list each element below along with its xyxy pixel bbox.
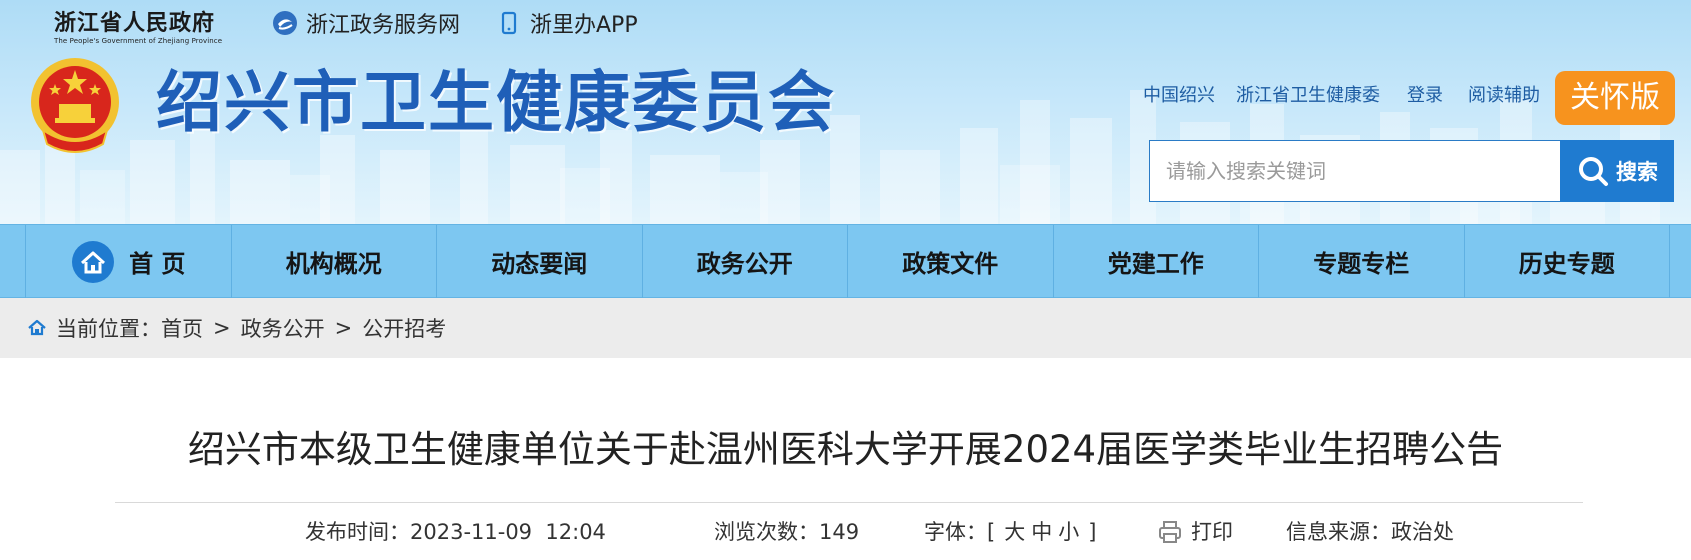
reading-assist-link[interactable]: 阅读辅助 xyxy=(1468,84,1540,108)
nav-item-party-building[interactable]: 党建工作 xyxy=(1052,225,1259,298)
print-button[interactable]: 打印 xyxy=(1157,517,1233,547)
search-input[interactable] xyxy=(1149,140,1561,202)
login-link[interactable]: 登录 xyxy=(1407,84,1443,108)
search-icon xyxy=(1579,157,1608,186)
national-emblem-icon xyxy=(31,58,119,153)
nav-item-organization[interactable]: 机构概况 xyxy=(230,225,437,298)
breadcrumb-government-affairs[interactable]: 政务公开 xyxy=(241,313,325,343)
provincial-government-name-en: The People's Government of Zhejiang Prov… xyxy=(54,37,223,45)
search-button[interactable]: 搜索 xyxy=(1560,140,1674,202)
view-count-label: 浏览次数： xyxy=(714,520,819,544)
site-header: 浙江省人民政府 The People's Government of Zheji… xyxy=(0,0,1691,224)
publish-time: 发布时间： 2023-11-09 12:04 xyxy=(305,517,606,547)
zhejiang-service-network-label: 浙江政务服务网 xyxy=(306,13,461,38)
site-title: 绍兴市卫生健康委员会 xyxy=(156,63,836,141)
provincial-government-name: 浙江省人民政府 xyxy=(54,10,216,36)
breadcrumb: 当前位置： 首页 > 政务公开 > 公开招考 xyxy=(26,314,446,342)
home-icon xyxy=(72,240,115,283)
breadcrumb-public-recruitment[interactable]: 公开招考 xyxy=(362,313,446,343)
breadcrumb-bar: 当前位置： 首页 > 政务公开 > 公开招考 xyxy=(0,298,1691,358)
publish-time-label: 发布时间： xyxy=(305,520,410,544)
view-count-value: 149 xyxy=(819,520,860,544)
breadcrumb-separator: > xyxy=(213,316,231,340)
utility-link-provincial-health-commission[interactable]: 浙江省卫生健康委 xyxy=(1236,84,1380,108)
font-size-bracket-close: ] xyxy=(1088,520,1097,544)
font-size-small[interactable]: 小 xyxy=(1058,517,1079,547)
zheliban-app-link[interactable]: 浙里办APP xyxy=(496,9,638,38)
mobile-phone-icon xyxy=(496,10,522,36)
font-size-bracket-open: [ xyxy=(987,520,996,544)
info-source-value: 政治处 xyxy=(1391,520,1454,544)
title-divider xyxy=(115,502,1583,503)
nav-item-history-topics[interactable]: 历史专题 xyxy=(1463,225,1670,298)
font-size-medium[interactable]: 中 xyxy=(1031,517,1052,547)
utility-link-china-shaoxing[interactable]: 中国绍兴 xyxy=(1143,84,1215,108)
view-count: 浏览次数： 149 xyxy=(714,517,859,547)
nav-item-news[interactable]: 动态要闻 xyxy=(436,225,642,298)
font-size-large[interactable]: 大 xyxy=(1004,517,1025,547)
care-mode-button[interactable]: 关怀版 xyxy=(1555,71,1675,125)
info-source: 信息来源： 政治处 xyxy=(1286,517,1454,547)
nav-item-special-topics[interactable]: 专题专栏 xyxy=(1258,225,1464,298)
info-source-label: 信息来源： xyxy=(1286,520,1391,544)
print-label: 打印 xyxy=(1191,520,1233,544)
zhejiang-service-network-link[interactable]: 浙江政务服务网 xyxy=(272,9,461,38)
printer-icon xyxy=(1159,521,1181,543)
breadcrumb-separator: > xyxy=(334,316,353,340)
publish-time-value: 2023-11-09 12:04 xyxy=(410,520,606,544)
nav-item-home[interactable]: 首 页 xyxy=(25,225,231,298)
search-button-label: 搜索 xyxy=(1616,160,1658,184)
service-network-icon xyxy=(272,10,298,36)
font-size-switcher: 字体： [ 大 中 小 ] xyxy=(924,517,1096,547)
font-size-label: 字体： xyxy=(924,520,987,544)
nav-item-government-affairs[interactable]: 政务公开 xyxy=(641,225,848,298)
zheliban-app-label: 浙里办APP xyxy=(530,13,638,38)
article-title: 绍兴市本级卫生健康单位关于赴温州医科大学开展2024届医学类毕业生招聘公告 xyxy=(187,428,1504,471)
location-home-icon xyxy=(28,319,46,336)
nav-item-home-label: 首 页 xyxy=(129,250,186,278)
main-nav: 首 页 机构概况 动态要闻 政务公开 政策文件 党建工作 专题专栏 历史专题 xyxy=(0,224,1691,298)
breadcrumb-prefix: 当前位置： xyxy=(56,317,161,341)
provincial-government-logo[interactable]: 浙江省人民政府 The People's Government of Zheji… xyxy=(54,9,224,49)
breadcrumb-home[interactable]: 首页 xyxy=(161,313,203,343)
nav-item-policy-documents[interactable]: 政策文件 xyxy=(847,225,1053,298)
